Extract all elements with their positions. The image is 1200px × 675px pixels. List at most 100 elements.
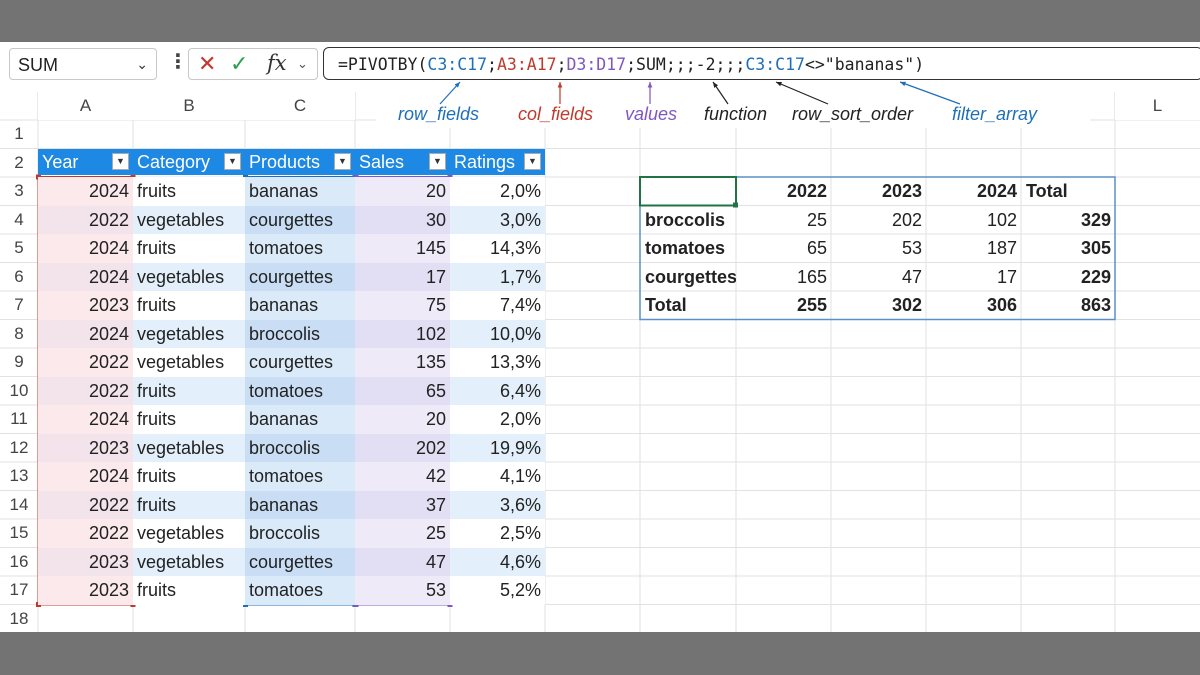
cell-ratings[interactable]: 3,6% bbox=[450, 490, 545, 519]
cell-products[interactable]: tomatoes bbox=[245, 462, 355, 491]
cell-year[interactable]: 2022 bbox=[38, 205, 133, 234]
cell-year[interactable]: 2024 bbox=[38, 177, 133, 206]
row-header[interactable]: 10 bbox=[0, 377, 38, 406]
cell-category[interactable]: fruits bbox=[133, 576, 245, 605]
cell-category[interactable]: fruits bbox=[133, 405, 245, 434]
cell-category[interactable]: fruits bbox=[133, 291, 245, 320]
cell-year[interactable]: 2022 bbox=[38, 376, 133, 405]
row-header[interactable]: 9 bbox=[0, 348, 38, 377]
row-header[interactable]: 7 bbox=[0, 291, 38, 320]
cell-year[interactable]: 2023 bbox=[38, 576, 133, 605]
cell-category[interactable]: fruits bbox=[133, 462, 245, 491]
row-header[interactable]: 5 bbox=[0, 234, 38, 263]
pivot-value[interactable]: 302 bbox=[831, 291, 926, 320]
cell-sales[interactable]: 65 bbox=[355, 376, 450, 405]
cell-products[interactable]: bananas bbox=[245, 291, 355, 320]
cell-year[interactable]: 2023 bbox=[38, 547, 133, 576]
cell-sales[interactable]: 53 bbox=[355, 576, 450, 605]
pivot-row-label[interactable]: tomatoes bbox=[640, 234, 736, 263]
cell-ratings[interactable]: 19,9% bbox=[450, 433, 545, 462]
row-header[interactable]: 2 bbox=[0, 149, 38, 178]
cell-category[interactable]: vegetables bbox=[133, 519, 245, 548]
row-header[interactable]: 11 bbox=[0, 405, 38, 434]
cell-products[interactable]: bananas bbox=[245, 177, 355, 206]
row-header[interactable]: 16 bbox=[0, 548, 38, 577]
row-header[interactable]: 18 bbox=[0, 605, 38, 633]
cell-sales[interactable]: 20 bbox=[355, 405, 450, 434]
cell-ratings[interactable]: 13,3% bbox=[450, 348, 545, 377]
pivot-value[interactable]: 65 bbox=[736, 234, 831, 263]
filter-dropdown-icon[interactable]: ▼ bbox=[334, 152, 351, 170]
cell-sales[interactable]: 75 bbox=[355, 291, 450, 320]
cell-year[interactable]: 2024 bbox=[38, 462, 133, 491]
cell-ratings[interactable]: 4,1% bbox=[450, 462, 545, 491]
pivot-value[interactable]: 329 bbox=[1021, 206, 1115, 235]
pivot-value[interactable]: 255 bbox=[736, 291, 831, 320]
cell-sales[interactable]: 145 bbox=[355, 234, 450, 263]
pivot-value[interactable]: 47 bbox=[831, 263, 926, 292]
pivot-value[interactable]: 165 bbox=[736, 263, 831, 292]
cell-products[interactable]: bananas bbox=[245, 490, 355, 519]
pivot-row-label[interactable]: courgettes bbox=[640, 263, 736, 292]
column-header-c[interactable]: C bbox=[245, 92, 355, 120]
row-header[interactable]: 12 bbox=[0, 434, 38, 463]
cell-sales[interactable]: 102 bbox=[355, 319, 450, 348]
cell-category[interactable]: fruits bbox=[133, 376, 245, 405]
filter-dropdown-icon[interactable]: ▼ bbox=[524, 152, 541, 170]
row-header[interactable]: 8 bbox=[0, 320, 38, 349]
cell-year[interactable]: 2023 bbox=[38, 291, 133, 320]
filter-dropdown-icon[interactable]: ▼ bbox=[112, 152, 129, 170]
cell-ratings[interactable]: 1,7% bbox=[450, 262, 545, 291]
cell-ratings[interactable]: 7,4% bbox=[450, 291, 545, 320]
cell-category[interactable]: vegetables bbox=[133, 348, 245, 377]
cell-category[interactable]: fruits bbox=[133, 234, 245, 263]
cell-sales[interactable]: 135 bbox=[355, 348, 450, 377]
cell-products[interactable]: tomatoes bbox=[245, 234, 355, 263]
cell-year[interactable]: 2024 bbox=[38, 319, 133, 348]
pivot-value[interactable]: 187 bbox=[926, 234, 1021, 263]
pivot-value[interactable]: 305 bbox=[1021, 234, 1115, 263]
cell-ratings[interactable]: 14,3% bbox=[450, 234, 545, 263]
row-header[interactable]: 15 bbox=[0, 519, 38, 548]
row-header[interactable]: 13 bbox=[0, 462, 38, 491]
cell-sales[interactable]: 20 bbox=[355, 177, 450, 206]
cell-ratings[interactable]: 2,0% bbox=[450, 177, 545, 206]
cell-category[interactable]: vegetables bbox=[133, 319, 245, 348]
cell-ratings[interactable]: 6,4% bbox=[450, 376, 545, 405]
pivot-value[interactable]: 17 bbox=[926, 263, 1021, 292]
cell-products[interactable]: courgettes bbox=[245, 262, 355, 291]
cell-sales[interactable]: 42 bbox=[355, 462, 450, 491]
cell-products[interactable]: courgettes bbox=[245, 205, 355, 234]
pivot-value[interactable]: 863 bbox=[1021, 291, 1115, 320]
row-header[interactable]: 17 bbox=[0, 576, 38, 605]
filter-dropdown-icon[interactable]: ▼ bbox=[429, 152, 446, 170]
cell-sales[interactable]: 37 bbox=[355, 490, 450, 519]
cell-year[interactable]: 2024 bbox=[38, 234, 133, 263]
cell-sales[interactable]: 17 bbox=[355, 262, 450, 291]
cell-ratings[interactable]: 4,6% bbox=[450, 547, 545, 576]
pivot-value[interactable]: 229 bbox=[1021, 263, 1115, 292]
row-header[interactable]: 6 bbox=[0, 263, 38, 292]
cell-sales[interactable]: 25 bbox=[355, 519, 450, 548]
pivot-value[interactable]: 306 bbox=[926, 291, 1021, 320]
cell-products[interactable]: courgettes bbox=[245, 547, 355, 576]
cell-products[interactable]: broccolis bbox=[245, 519, 355, 548]
column-header-l[interactable]: L bbox=[1115, 92, 1200, 120]
cell-sales[interactable]: 30 bbox=[355, 205, 450, 234]
cell-year[interactable]: 2022 bbox=[38, 348, 133, 377]
pivot-col-header[interactable]: 2022 bbox=[736, 177, 831, 206]
cell-ratings[interactable]: 2,5% bbox=[450, 519, 545, 548]
cell-products[interactable]: tomatoes bbox=[245, 576, 355, 605]
filter-dropdown-icon[interactable]: ▼ bbox=[224, 152, 241, 170]
pivot-col-header[interactable]: Total bbox=[1021, 177, 1115, 206]
cell-category[interactable]: fruits bbox=[133, 490, 245, 519]
cell-year[interactable]: 2024 bbox=[38, 262, 133, 291]
pivot-col-header[interactable]: 2024 bbox=[926, 177, 1021, 206]
cell-sales[interactable]: 47 bbox=[355, 547, 450, 576]
row-header[interactable]: 1 bbox=[0, 120, 38, 149]
row-header[interactable]: 4 bbox=[0, 206, 38, 235]
cell-year[interactable]: 2024 bbox=[38, 405, 133, 434]
cell-products[interactable]: courgettes bbox=[245, 348, 355, 377]
cell-year[interactable]: 2022 bbox=[38, 519, 133, 548]
cell-products[interactable]: broccolis bbox=[245, 433, 355, 462]
